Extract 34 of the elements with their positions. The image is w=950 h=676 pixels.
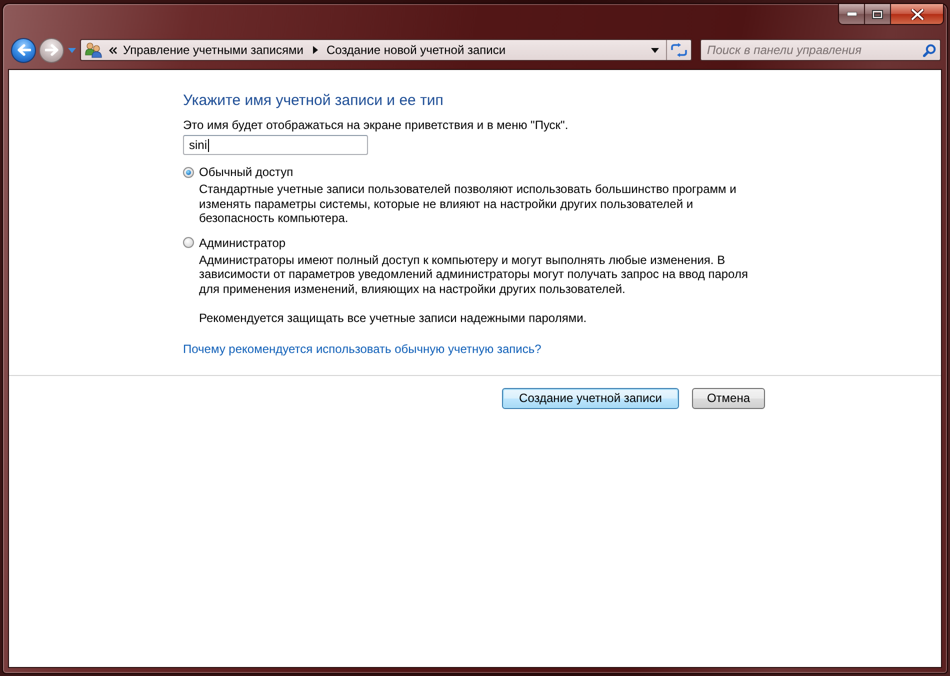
radio-label[interactable]: Обычный доступ (199, 164, 294, 180)
close-button[interactable] (891, 4, 943, 24)
dialog-button[interactable]: Отмена (692, 388, 765, 408)
maximize-icon (872, 10, 883, 18)
maximize-button[interactable] (865, 4, 891, 24)
minimize-icon (846, 12, 856, 16)
chevron-right-icon (313, 46, 318, 54)
page-heading: Укажите имя учетной записи и ее тип (183, 91, 444, 111)
help-link[interactable]: Почему рекомендуется использовать обычную учетную запись? (183, 340, 542, 356)
option-description: Администраторы имеют полный доступ к компьютеру и могут выполнять любые изменения. В зависимости от параметров уведомлений администраторы могут получать запрос на ввод пароля для применения изменений, влияющих на настройки других пользователей. (199, 252, 749, 296)
dialog-button[interactable]: Создание учетной записи (502, 388, 679, 408)
address-bar[interactable]: Управление учетными записями Создание новой учетной записи (80, 39, 692, 61)
arrow-left-icon (16, 44, 30, 56)
minimize-button[interactable] (839, 4, 865, 24)
search-field[interactable]: Поиск в панели управления (700, 39, 941, 61)
breadcrumb-link[interactable]: Создание новой учетной записи (326, 43, 512, 57)
text-cursor-icon (208, 138, 210, 152)
close-icon (910, 8, 924, 20)
arrow-right-icon (44, 44, 58, 56)
radio-label[interactable]: Администратор (199, 234, 286, 250)
field-label: Это имя будет отображаться на экране приветствия и в меню "Пуск". (183, 117, 568, 133)
option-description: Стандартные учетные записи пользователей позволяют использовать большинство программ и изменять параметры системы, которые не влияют на настройки других пользователей и безопасность компьютера. (199, 182, 738, 226)
radio-button[interactable] (183, 237, 194, 248)
users-icon (85, 42, 102, 58)
refresh-icon (671, 43, 687, 57)
caret-down-icon (68, 48, 76, 52)
breadcrumb-link[interactable]: Управление учетными записями (123, 43, 310, 57)
recommendation-text: Рекомендуется защищать все учетные записи надежными паролями. (199, 311, 587, 326)
radio-button[interactable] (183, 166, 194, 178)
account-name-field[interactable]: sini (183, 135, 368, 155)
caret-down-icon (651, 48, 659, 52)
search-icon (923, 44, 936, 56)
back-button[interactable] (11, 38, 36, 62)
double-chevron-left-icon (109, 46, 117, 54)
